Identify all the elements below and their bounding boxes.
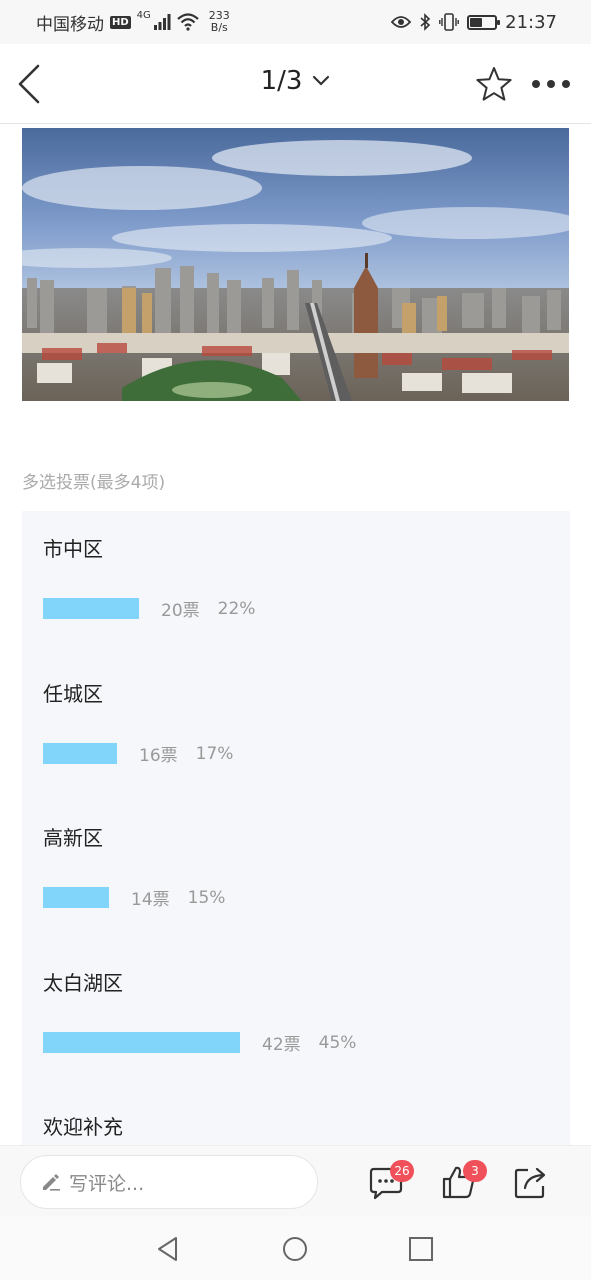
option-result: 42票 45%: [43, 1030, 356, 1055]
like-count-badge: 3: [463, 1160, 487, 1182]
poll-option[interactable]: 高新区 14票 15%: [43, 822, 225, 910]
comment-count-badge: 26: [390, 1160, 414, 1182]
option-label: 太白湖区: [43, 971, 123, 995]
option-percent: 15%: [187, 887, 226, 908]
option-percent: 17%: [195, 743, 234, 764]
star-icon[interactable]: [475, 66, 513, 102]
share-button[interactable]: [513, 1164, 549, 1200]
vibrate-icon: [439, 13, 460, 31]
network-type: 4G: [136, 9, 151, 21]
system-home-icon[interactable]: [281, 1235, 309, 1263]
option-result: 20票 22%: [43, 596, 255, 621]
more-dot: [547, 80, 555, 88]
clock: 21:37: [505, 11, 557, 33]
hero-image: [22, 128, 569, 401]
option-result: 16票 17%: [43, 741, 233, 766]
option-bar: [43, 1032, 240, 1053]
hd-badge: HD: [110, 15, 131, 29]
option-votes: 20票: [161, 601, 200, 621]
option-label: 任城区: [43, 682, 103, 706]
option-label: 欢迎补充: [43, 1115, 123, 1139]
bottom-action-bar: 写评论... 26 3: [0, 1145, 591, 1217]
status-bar: 中国移动 HD 4G 233 B/s 21:37: [0, 0, 591, 44]
bluetooth-icon: [420, 13, 431, 31]
more-options-button[interactable]: [532, 80, 570, 88]
option-votes: 42票: [262, 1035, 301, 1055]
net-speed-unit: B/s: [210, 21, 228, 34]
nav-bar: 1/3: [0, 44, 591, 124]
more-dot: [532, 80, 540, 88]
option-bar: [43, 887, 109, 908]
city-skyline-image: [22, 128, 569, 401]
pencil-icon: [43, 1174, 60, 1191]
option-bar: [43, 743, 117, 764]
more-dot: [562, 80, 570, 88]
option-label: 市中区: [43, 537, 103, 561]
system-recents-icon[interactable]: [407, 1235, 435, 1263]
signal-icon: [153, 14, 171, 30]
comment-input[interactable]: 写评论...: [20, 1155, 318, 1209]
share-icon: [514, 1167, 546, 1199]
net-speed: 233 B/s: [209, 10, 230, 34]
option-votes: 16票: [139, 746, 178, 766]
poll-option[interactable]: 市中区 20票 22%: [43, 533, 255, 621]
poll-option[interactable]: 欢迎补充: [43, 1111, 123, 1140]
wifi-icon: [177, 13, 199, 31]
like-button[interactable]: 3: [441, 1160, 487, 1200]
comment-placeholder: 写评论...: [69, 1172, 145, 1195]
poll-card: 市中区 20票 22% 任城区 16票 17% 高新区 14票 15% 太白湖区…: [22, 511, 570, 1151]
option-percent: 22%: [217, 598, 256, 619]
poll-caption: 多选投票(最多4项): [22, 473, 166, 493]
page-number: 1/3: [260, 66, 303, 96]
option-percent: 45%: [318, 1032, 357, 1053]
system-back-icon[interactable]: [154, 1235, 182, 1263]
battery-icon: [467, 14, 501, 30]
status-left: 中国移动 HD 4G 233 B/s: [36, 10, 230, 35]
battery-level: [470, 17, 483, 27]
carrier-name: 中国移动: [36, 14, 104, 35]
chevron-down-icon: [313, 75, 330, 86]
option-label: 高新区: [43, 826, 103, 850]
eye-icon: [391, 16, 412, 28]
option-result: 14票 15%: [43, 885, 225, 910]
option-bar: [43, 598, 139, 619]
poll-option[interactable]: 任城区 16票 17%: [43, 678, 233, 766]
system-nav-bar: [0, 1217, 591, 1280]
comment-button[interactable]: 26: [368, 1160, 414, 1200]
poll-option[interactable]: 太白湖区 42票 45%: [43, 967, 356, 1055]
status-right: 21:37: [391, 12, 557, 33]
option-votes: 14票: [131, 890, 170, 910]
